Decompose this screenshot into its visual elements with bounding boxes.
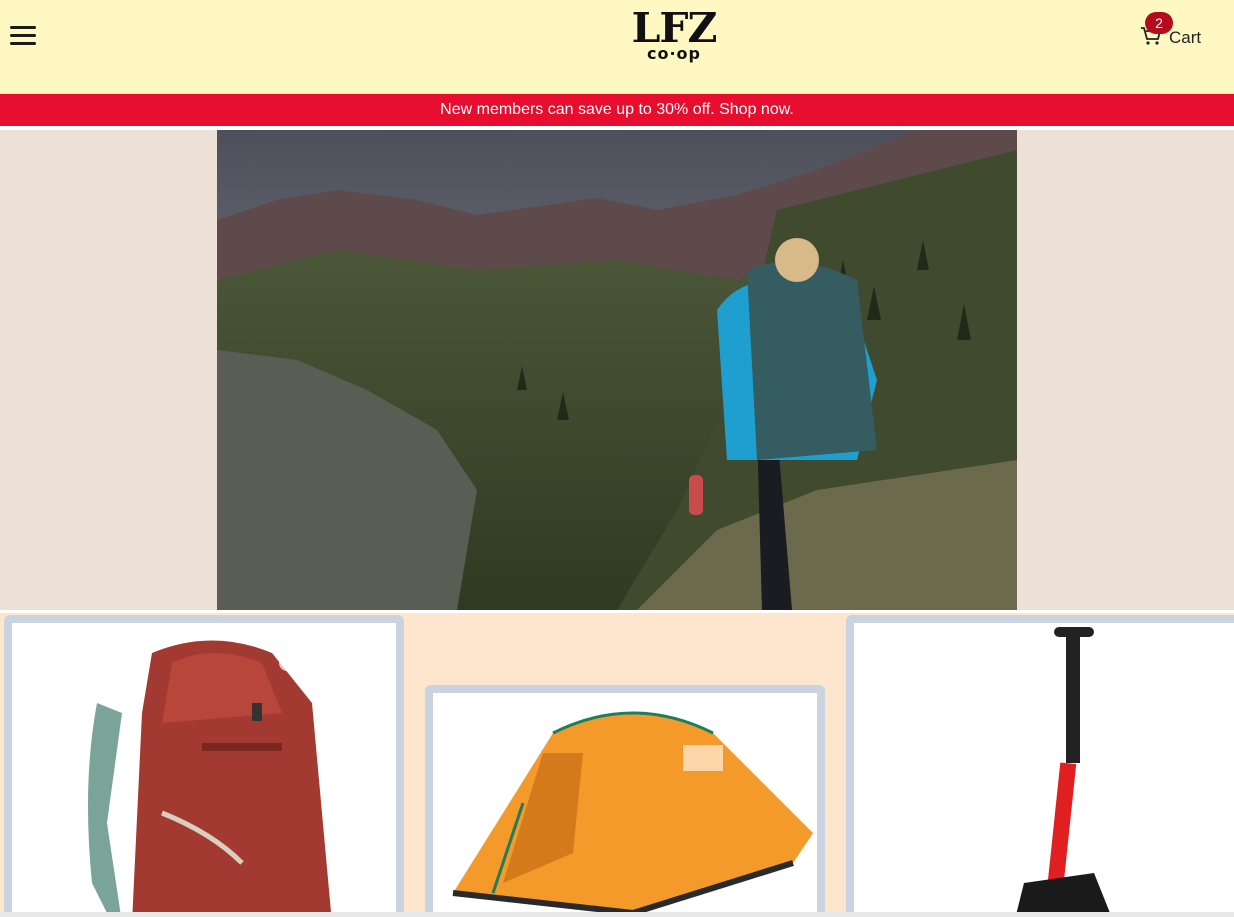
hero-illustration <box>217 130 1017 610</box>
cart-label: Cart <box>1169 28 1202 47</box>
cart-button[interactable]: 2 Cart <box>1140 12 1210 52</box>
hero-section <box>0 130 1234 610</box>
avalanche-shovel-image <box>854 623 1234 917</box>
bottom-divider <box>0 912 1234 917</box>
hero-hiker-image[interactable] <box>217 130 1017 610</box>
hamburger-menu-icon[interactable] <box>10 26 36 46</box>
shovel-illustration <box>1015 627 1112 917</box>
site-header: LFZ co·op 2 Cart <box>0 0 1234 94</box>
tent-illustration <box>452 711 813 917</box>
red-backpack-image <box>12 623 396 917</box>
product-showcase <box>0 613 1234 917</box>
logo-sub-text: co·op <box>647 44 701 63</box>
site-logo[interactable]: LFZ co·op <box>622 6 726 66</box>
product-card-tent[interactable] <box>425 685 825 917</box>
backpack-illustration <box>88 640 332 917</box>
orange-tent-image <box>433 693 817 917</box>
product-card-shovel[interactable] <box>846 615 1234 917</box>
promo-banner[interactable]: New members can save up to 30% off. Shop… <box>0 94 1234 126</box>
product-card-backpack[interactable] <box>4 615 404 917</box>
